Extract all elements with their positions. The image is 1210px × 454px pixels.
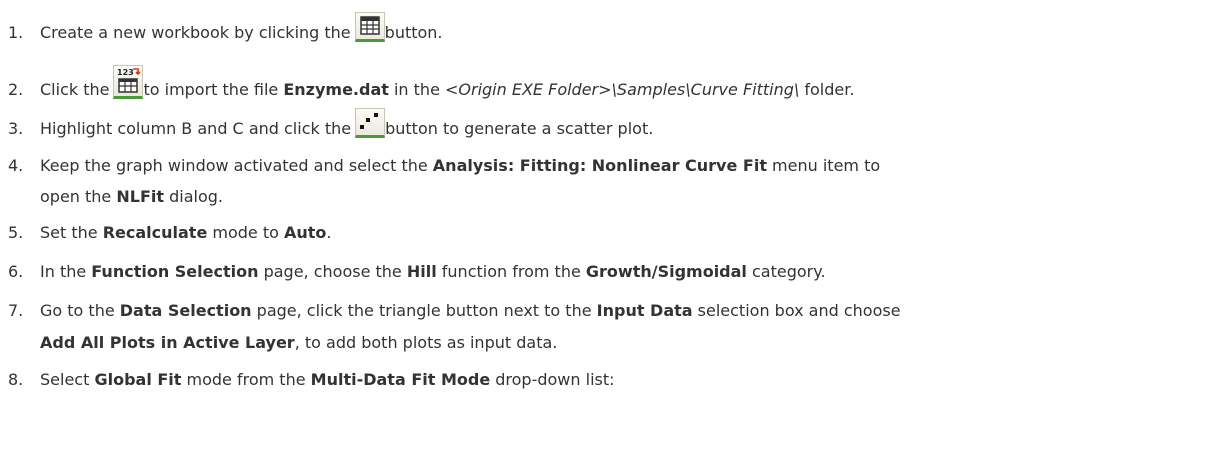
step-text: Create a new workbook by clicking the [40, 23, 351, 42]
step-text-part: Select [40, 370, 95, 389]
step-text-part: , to add both plots as input data. [294, 333, 558, 352]
step-text-part: in the [388, 80, 445, 99]
step-text-part: category. [746, 262, 826, 281]
step-number: 1. [8, 23, 24, 42]
step-text: Set the Recalculate mode to Auto. [40, 223, 332, 242]
step-3: 3. Highlight column B and C and click th… [8, 108, 653, 138]
step-text-after: button to generate a scatter plot. [385, 119, 654, 138]
option-value: Auto [284, 223, 327, 242]
step-text-part: to import the file [143, 80, 284, 99]
step-text-part: dialog. [164, 187, 223, 206]
step-text: Add All Plots in Active Layer, to add bo… [8, 333, 557, 352]
folder-path: <Origin EXE Folder>\Samples\Curve Fittin… [445, 80, 800, 99]
step-number: 6. [8, 262, 24, 281]
function-name: Hill [406, 262, 437, 281]
step-4: 4. Keep the graph window activated and se… [8, 156, 880, 175]
step-text: In the Function Selection page, choose t… [40, 262, 826, 281]
step-number: 7. [8, 301, 24, 320]
scatter-plot-icon[interactable] [355, 108, 386, 138]
dialog-name: NLFit [116, 187, 165, 206]
step-6: 6. In the Function Selection page, choose… [8, 262, 826, 281]
step-number: 8. [8, 370, 24, 389]
step-text: to import the file Enzyme.dat in the <Or… [143, 80, 854, 99]
step-number: 2. [8, 80, 24, 99]
step-text-part: menu item to [766, 156, 881, 175]
step-text: open the NLFit dialog. [8, 187, 223, 206]
page-name: Data Selection [119, 301, 252, 320]
step-text: Select Global Fit mode from the Multi-Da… [40, 370, 615, 389]
step-text: Keep the graph window activated and sele… [40, 156, 880, 175]
step-text-part: page, click the triangle button next to … [251, 301, 597, 320]
step-text-after: button. [384, 23, 443, 42]
step-7: 7. Go to the Data Selection page, click t… [8, 301, 901, 320]
step-text-part: . [326, 223, 332, 242]
new-workbook-icon[interactable] [354, 12, 385, 42]
step-5: 5. Set the Recalculate mode to Auto. [8, 223, 332, 242]
step-text-part: function from the [436, 262, 586, 281]
step-text-part: open the [40, 187, 117, 206]
step-text-part: Keep the graph window activated and sele… [40, 156, 433, 175]
menu-option: Add All Plots in Active Layer [40, 333, 295, 352]
mode-name: Global Fit [94, 370, 182, 389]
dropdown-name: Multi-Data Fit Mode [310, 370, 491, 389]
step-number: 5. [8, 223, 24, 242]
step-text-part: In the [40, 262, 92, 281]
step-number: 3. [8, 119, 24, 138]
svg-text:123: 123 [117, 68, 134, 77]
page-name: Function Selection [91, 262, 259, 281]
step-text-part: Highlight column B and C and click the [40, 119, 352, 138]
step-text-part: page, choose the [258, 262, 407, 281]
step-text-part: drop-down list: [490, 370, 615, 389]
step-7-line-2: Add All Plots in Active Layer, to add bo… [8, 333, 557, 352]
step-text-part: Go to the [40, 301, 120, 320]
step-text-part: Set the [40, 223, 103, 242]
step-1: 1. Create a new workbook by clicking the… [8, 12, 443, 42]
menu-path: Analysis: Fitting: Nonlinear Curve Fit [432, 156, 767, 175]
step-text-part: selection box and choose [692, 301, 901, 320]
step-text-part: Click the [40, 80, 110, 99]
category-name: Growth/Sigmoidal [585, 262, 747, 281]
option-name: Recalculate [102, 223, 208, 242]
file-name: Enzyme.dat [283, 80, 389, 99]
step-text-part: mode to [207, 223, 284, 242]
field-name: Input Data [596, 301, 693, 320]
step-text-part: mode from the [181, 370, 311, 389]
step-number: 4. [8, 156, 24, 175]
import-ascii-icon[interactable]: 123 [113, 65, 144, 99]
step-text-part: Create a new workbook by clicking the [40, 23, 351, 42]
step-text: Go to the Data Selection page, click the… [40, 301, 901, 320]
step-2: 2. Click the 123 to import the file Enzy… [8, 65, 854, 99]
step-4-line-2: open the NLFit dialog. [8, 187, 223, 206]
step-text-part: folder. [799, 80, 855, 99]
step-8: 8. Select Global Fit mode from the Multi-… [8, 370, 615, 389]
